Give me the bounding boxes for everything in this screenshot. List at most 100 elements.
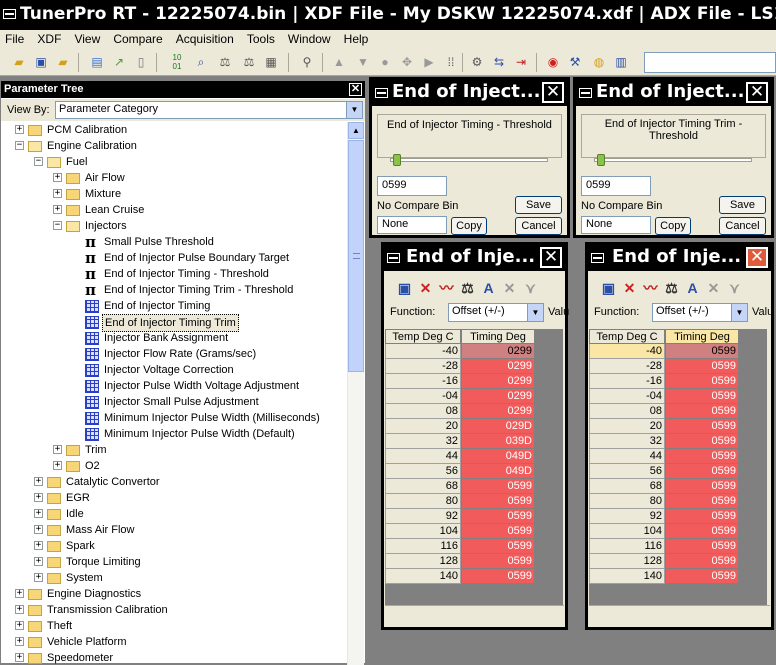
save-button[interactable]: Save xyxy=(515,196,562,214)
save-button[interactable]: Save xyxy=(719,196,766,214)
row-header-cell[interactable]: 44 xyxy=(589,449,665,464)
menu-tools[interactable]: Tools xyxy=(242,30,280,48)
table-value-cell[interactable]: 0599 xyxy=(665,374,739,389)
menu-file[interactable]: File xyxy=(0,30,29,48)
row-header-cell[interactable]: -04 xyxy=(385,389,461,404)
row-header-cell[interactable]: -16 xyxy=(385,374,461,389)
alpha-icon[interactable]: A xyxy=(682,277,703,299)
compare-icon[interactable]: ⚖ xyxy=(661,277,682,299)
window-system-icon[interactable] xyxy=(387,253,400,263)
up-arrow-icon[interactable]: ▲ xyxy=(330,53,348,71)
swap-arrows-icon[interactable]: ⇆ xyxy=(490,53,508,71)
cancel-button[interactable]: Cancel xyxy=(719,217,766,235)
row-header-cell[interactable]: 92 xyxy=(589,509,665,524)
row-header-cell[interactable]: 92 xyxy=(385,509,461,524)
tree-node[interactable]: + PCM Calibration xyxy=(1,122,347,138)
column-header-timing[interactable]: Timing Deg xyxy=(665,329,739,344)
tree-node[interactable]: End of Injector Timing xyxy=(1,298,347,314)
table-value-cell[interactable]: 0599 xyxy=(461,524,535,539)
row-header-cell[interactable]: 20 xyxy=(385,419,461,434)
row-header-cell[interactable]: 116 xyxy=(385,539,461,554)
tree-node[interactable]: π End of Injector Timing Trim - Threshold xyxy=(1,282,347,298)
calculator-icon[interactable]: ▦ xyxy=(262,53,280,71)
table-value-cell[interactable]: 0599 xyxy=(665,344,739,359)
table-value-cell[interactable]: 0299 xyxy=(461,389,535,404)
row-header-cell[interactable]: 116 xyxy=(589,539,665,554)
function-select[interactable]: Offset (+/-) ▼ xyxy=(652,303,748,322)
wand-icon[interactable]: ⚲ xyxy=(298,53,316,71)
expand-icon[interactable]: + xyxy=(15,653,24,662)
tree-node[interactable]: − Engine Calibration xyxy=(1,138,347,154)
window-system-icon[interactable] xyxy=(579,88,592,98)
tree-node[interactable]: Minimum Injector Pulse Width (Default) xyxy=(1,426,347,442)
table-horizontal-scrollbar[interactable] xyxy=(385,605,564,625)
expand-icon[interactable]: + xyxy=(53,445,62,454)
tree-node[interactable]: Injector Small Pulse Adjustment xyxy=(1,394,347,410)
table-value-cell[interactable]: 0299 xyxy=(461,344,535,359)
view-by-select[interactable]: Parameter Category ▼ xyxy=(55,101,363,119)
table-value-cell[interactable]: 0599 xyxy=(665,509,739,524)
scalar-slider-thumb[interactable] xyxy=(393,154,401,166)
graph-icon[interactable]: 〰 xyxy=(640,277,661,299)
close-icon[interactable]: ✕ xyxy=(746,82,768,103)
row-header-cell[interactable]: 68 xyxy=(589,479,665,494)
compare-scale-icon[interactable]: ⚖ xyxy=(216,53,234,71)
table-value-cell[interactable]: 049D xyxy=(461,464,535,479)
expand-icon[interactable]: + xyxy=(15,125,24,134)
expand-icon[interactable]: + xyxy=(53,205,62,214)
app-system-icon[interactable] xyxy=(3,9,16,19)
row-header-cell[interactable]: -04 xyxy=(589,389,665,404)
menu-view[interactable]: View xyxy=(69,30,105,48)
table-value-cell[interactable]: 0299 xyxy=(461,404,535,419)
expand-icon[interactable]: + xyxy=(53,173,62,182)
table-value-cell[interactable]: 0599 xyxy=(665,434,739,449)
column-header-temp[interactable]: Temp Deg C xyxy=(589,329,665,344)
chevron-down-icon[interactable]: ▼ xyxy=(527,304,543,321)
toolbar-search-box[interactable] xyxy=(644,52,776,73)
open-icon[interactable]: ▰ xyxy=(54,53,72,71)
export-icon[interactable]: ↗ xyxy=(110,53,128,71)
table-value-cell[interactable]: 0599 xyxy=(461,494,535,509)
tree-node[interactable]: π End of Injector Timing - Threshold xyxy=(1,266,347,282)
tree-node[interactable]: Injector Pulse Width Voltage Adjustment xyxy=(1,378,347,394)
filter-icon[interactable]: ⋎ xyxy=(520,277,541,299)
compare-icon[interactable]: ⚖ xyxy=(457,277,478,299)
row-header-cell[interactable]: 56 xyxy=(385,464,461,479)
row-header-cell[interactable]: 32 xyxy=(589,434,665,449)
expand-icon[interactable]: + xyxy=(34,477,43,486)
tree-node[interactable]: Minimum Injector Pulse Width (Millisecon… xyxy=(1,410,347,426)
tree-node[interactable]: + O2 xyxy=(1,458,347,474)
bits-icon[interactable]: 10 01 xyxy=(168,53,186,71)
acquire-icon[interactable]: ⚒ xyxy=(566,53,584,71)
copy-button[interactable]: Copy xyxy=(655,217,691,235)
expand-icon[interactable]: + xyxy=(34,557,43,566)
tree-node[interactable]: Injector Voltage Correction xyxy=(1,362,347,378)
menu-help[interactable]: Help xyxy=(339,30,374,48)
save-icon[interactable]: ▣ xyxy=(32,53,50,71)
delete-icon[interactable]: ✕ xyxy=(619,277,640,299)
open-folder-icon[interactable]: ▰ xyxy=(10,53,28,71)
table-value-cell[interactable]: 0299 xyxy=(461,359,535,374)
table-value-cell[interactable]: 0599 xyxy=(461,509,535,524)
tools-icon[interactable]: ✕ xyxy=(703,277,724,299)
window-system-icon[interactable] xyxy=(591,253,604,263)
tree-node[interactable]: + Trim xyxy=(1,442,347,458)
expand-icon[interactable]: + xyxy=(15,621,24,630)
row-header-cell[interactable]: -28 xyxy=(589,359,665,374)
right-arrow-icon[interactable]: ▶ xyxy=(420,53,438,71)
row-header-cell[interactable]: 08 xyxy=(589,404,665,419)
emulate-icon[interactable]: ◍ xyxy=(590,53,608,71)
expand-icon[interactable]: + xyxy=(15,589,24,598)
table-value-cell[interactable]: 0599 xyxy=(665,464,739,479)
table-value-cell[interactable]: 0599 xyxy=(665,419,739,434)
expand-icon[interactable]: + xyxy=(53,189,62,198)
tree-scrollbar[interactable]: ▲ xyxy=(347,122,364,665)
table-value-cell[interactable]: 0299 xyxy=(461,374,535,389)
table-value-cell[interactable]: 0599 xyxy=(461,569,535,584)
stop-icon[interactable]: ◉ xyxy=(544,53,562,71)
scalar-slider-track[interactable] xyxy=(594,158,752,162)
close-icon[interactable]: ✕ xyxy=(540,247,562,268)
row-header-cell[interactable]: 32 xyxy=(385,434,461,449)
row-header-cell[interactable]: -16 xyxy=(589,374,665,389)
chevron-down-icon[interactable]: ▼ xyxy=(346,102,362,118)
